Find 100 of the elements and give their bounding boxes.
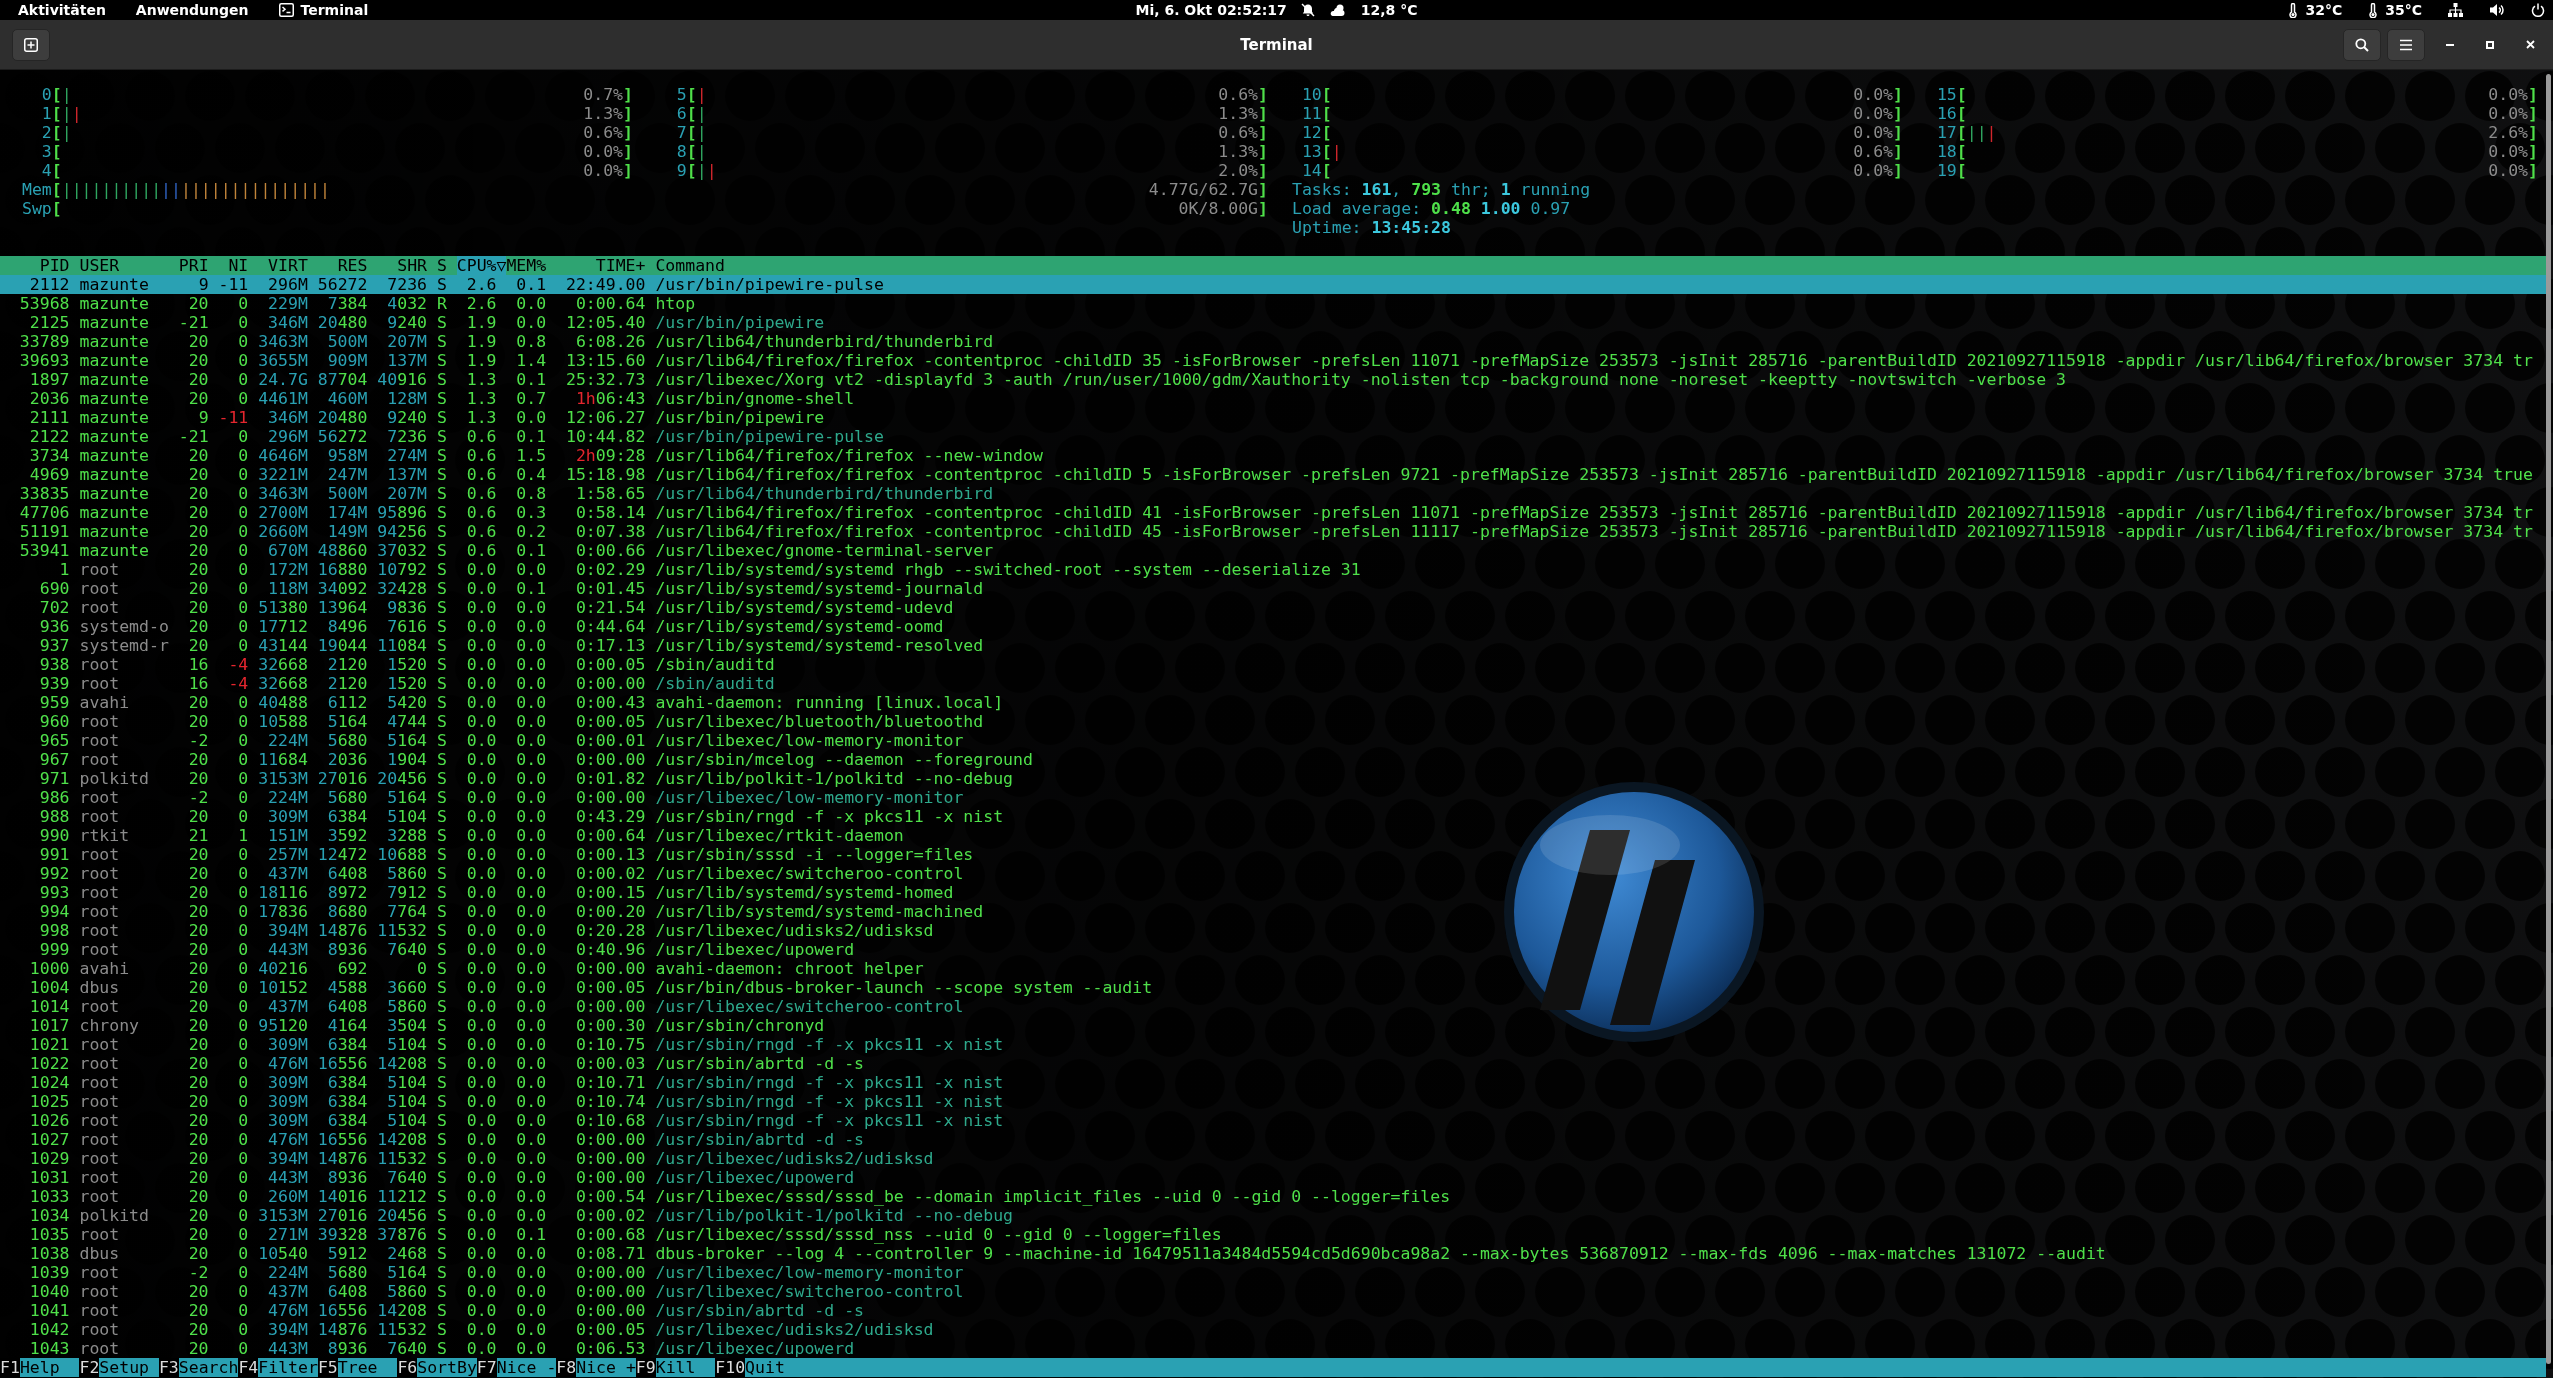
process-row[interactable]: 960 root 20 0 10588 5164 4744 S 0.0 0.0 0:00.05 /usr/libexec/bluetooth/bluetoothd	[0, 712, 2546, 731]
process-row[interactable]: 1 root 20 0 172M 16880 10792 S 0.0 0.0 0:02.29 /usr/lib/systemd/systemd rhgb --switched-root --system --deserialize 31	[0, 560, 2546, 579]
process-row[interactable]: 690 root 20 0 118M 34092 32428 S 0.0 0.1 0:01.45 /usr/lib/systemd/systemd-journald	[0, 579, 2546, 598]
process-row[interactable]: 999 root 20 0 443M 8936 7640 S 0.0 0.0 0:40.96 /usr/libexec/upowerd	[0, 940, 2546, 959]
process-row[interactable]: 1021 root 20 0 309M 6384 5104 S 0.0 0.0 0:10.75 /usr/sbin/rngd -f -x pkcs11 -x nist	[0, 1035, 2546, 1054]
table-cell: S	[436, 408, 447, 427]
function-key-button[interactable]: F10Quit	[715, 1358, 805, 1377]
process-row[interactable]: 937 systemd-r 20 0 43144 19044 11084 S 0.0 0.0 0:17.13 /usr/lib/systemd/systemd-resolved	[0, 636, 2546, 655]
process-row[interactable]: 990 rtkit 21 1 151M 3592 3288 S 0.0 0.0 0:00.64 /usr/libexec/rtkit-daemon	[0, 826, 2546, 845]
process-row[interactable]: 1014 root 20 0 437M 6408 5860 S 0.0 0.0 0:00.00 /usr/libexec/switcheroo-control	[0, 997, 2546, 1016]
process-row[interactable]: 53968 mazunte 20 0 229M 7384 4032 R 2.6 0.0 0:00.64 htop	[0, 294, 2546, 313]
process-row[interactable]: 1042 root 20 0 394M 14876 11532 S 0.0 0.0 0:00.05 /usr/libexec/udisks2/udisksd	[0, 1320, 2546, 1339]
clock-button[interactable]: Mi, 6. Okt 02:52:17	[1135, 0, 1287, 20]
column-header[interactable]: RES	[317, 256, 368, 275]
function-key-button[interactable]: F7Nice -	[476, 1358, 557, 1377]
function-key-button[interactable]: F3Search	[158, 1358, 239, 1377]
process-row[interactable]: 33789 mazunte 20 0 3463M 500M 207M S 1.9 0.8 6:08.26 /usr/lib64/thunderbird/thunderbird	[0, 332, 2546, 351]
menu-button[interactable]	[2387, 28, 2425, 61]
table-cell-text: 5104	[386, 807, 427, 826]
process-row[interactable]: 938 root 16 -4 32668 2120 1520 S 0.0 0.0 0:00.05 /sbin/auditd	[0, 655, 2546, 674]
process-row[interactable]: 986 root -2 0 224M 5680 5164 S 0.0 0.0 0:00.00 /usr/libexec/low-memory-monitor	[0, 788, 2546, 807]
process-row[interactable]: 998 root 20 0 394M 14876 11532 S 0.0 0.0 0:20.28 /usr/libexec/udisks2/udisksd	[0, 921, 2546, 940]
process-row[interactable]: 993 root 20 0 18116 8972 7912 S 0.0 0.0 0:00.15 /usr/lib/systemd/systemd-homed	[0, 883, 2546, 902]
process-row[interactable]: 1034 polkitd 20 0 3153M 27016 20456 S 0.0 0.0 0:00.02 /usr/lib/polkit-1/polkitd --no-debug	[0, 1206, 2546, 1225]
applications-menu[interactable]: Anwendungen	[135, 0, 249, 20]
table-cell-text: 4588	[326, 978, 368, 997]
process-row[interactable]: 1025 root 20 0 309M 6384 5104 S 0.0 0.0 0:10.74 /usr/sbin/rngd -f -x pkcs11 -x nist	[0, 1092, 2546, 1111]
scrollbar[interactable]	[2546, 74, 2551, 1364]
column-header[interactable]: Command	[655, 256, 725, 275]
column-header[interactable]: TIME+	[556, 256, 646, 275]
table-cell-text: 0.0	[465, 864, 497, 883]
process-row[interactable]: 967 root 20 0 11684 2036 1904 S 0.0 0.0 0:00.00 /usr/sbin/mcelog --daemon --foreground	[0, 750, 2546, 769]
process-row[interactable]: 33835 mazunte 20 0 3463M 500M 207M S 0.6 0.8 1:58.65 /usr/lib64/thunderbird/thunderbird	[0, 484, 2546, 503]
table-cell-text: root	[79, 788, 121, 807]
process-row[interactable]: 2036 mazunte 20 0 4461M 460M 128M S 1.3 0.7 1h06:43 /usr/bin/gnome-shell	[0, 389, 2546, 408]
process-row[interactable]: 988 root 20 0 309M 6384 5104 S 0.0 0.0 0:43.29 /usr/sbin/rngd -f -x pkcs11 -x nist	[0, 807, 2546, 826]
process-row[interactable]: 939 root 16 -4 32668 2120 1520 S 0.0 0.0 0:00.00 /sbin/auditd	[0, 674, 2546, 693]
function-key-button[interactable]: F6SortBy	[397, 1358, 477, 1377]
table-cell-text: root	[79, 1092, 121, 1111]
process-row[interactable]: 1035 root 20 0 271M 39328 37876 S 0.0 0.1 0:00.68 /usr/libexec/sssd/sssd_nss --uid 0 --gid 0 --logger=files	[0, 1225, 2546, 1244]
process-row[interactable]: 1040 root 20 0 437M 6408 5860 S 0.0 0.0 0:00.00 /usr/libexec/switcheroo-control	[0, 1282, 2546, 1301]
process-row[interactable]: 1038 dbus 20 0 10540 5912 2468 S 0.0 0.0 0:08.71 dbus-broker --log 4 --controller 9 --machine-id 16479511a3484d5594cd5d690bca98a2 --max-bytes 536870912 --max-fds 4096 --max-matches 131072 --audit	[0, 1244, 2546, 1263]
column-header[interactable]: MEM%	[506, 256, 547, 275]
table-cell-text: 0.0	[465, 883, 497, 902]
process-row[interactable]: 1033 root 20 0 260M 14016 11212 S 0.0 0.0 0:00.54 /usr/libexec/sssd/sssd_be --domain implicit_files --uid 0 --gid 0 --logger=files	[0, 1187, 2546, 1206]
table-cell-text: 20	[187, 864, 209, 883]
process-row[interactable]: 2122 mazunte -21 0 296M 56272 7236 S 0.6 0.1 10:44.82 /usr/bin/pipewire-pulse	[0, 427, 2546, 446]
table-cell-text: 5104	[386, 1073, 427, 1092]
process-row[interactable]: 971 polkitd 20 0 3153M 27016 20456 S 0.0 0.0 0:01.82 /usr/lib/polkit-1/polkitd --no-debug	[0, 769, 2546, 788]
function-key-button[interactable]: F8Nice +	[556, 1358, 636, 1377]
function-key-button[interactable]: F1Help	[0, 1358, 80, 1377]
column-header[interactable]: NI	[218, 256, 249, 275]
process-row[interactable]: 1017 chrony 20 0 95120 4164 3504 S 0.0 0.0 0:00.30 /usr/sbin/chronyd	[0, 1016, 2546, 1035]
table-cell-text: 0.0	[515, 1073, 547, 1092]
process-row[interactable]: 992 root 20 0 437M 6408 5860 S 0.0 0.0 0:00.02 /usr/libexec/switcheroo-control	[0, 864, 2546, 883]
column-header[interactable]: CPU%▽	[456, 256, 507, 275]
cpu-meter: 4[ 0.0%]	[40, 161, 633, 180]
process-row[interactable]: 1000 avahi 20 0 40216 692 0 S 0.0 0.0 0:00.00 avahi-daemon: chroot helper	[0, 959, 2546, 978]
process-row[interactable]: 1031 root 20 0 443M 8936 7640 S 0.0 0.0 0:00.00 /usr/libexec/upowerd	[0, 1168, 2546, 1187]
process-row[interactable]: 1027 root 20 0 476M 16556 14208 S 0.0 0.0 0:00.00 /usr/sbin/abrtd -d -s	[0, 1130, 2546, 1149]
process-row[interactable]: 991 root 20 0 257M 12472 10688 S 0.0 0.0 0:00.13 /usr/sbin/sssd -i --logger=files	[0, 845, 2546, 864]
column-header[interactable]: SHR	[377, 256, 427, 275]
table-cell-text: root	[79, 1073, 121, 1092]
new-tab-button[interactable]	[12, 28, 50, 61]
column-header[interactable]: S	[436, 256, 447, 275]
process-row[interactable]: 1004 dbus 20 0 10152 4588 3660 S 0.0 0.0 0:00.05 /usr/bin/dbus-broker-launch --scope system --audit	[0, 978, 2546, 997]
process-row[interactable]: 994 root 20 0 17836 8680 7764 S 0.0 0.0 0:00.20 /usr/lib/systemd/systemd-machined	[0, 902, 2546, 921]
function-key-button[interactable]: F4Filter	[238, 1358, 318, 1377]
process-row[interactable]: 1043 root 20 0 443M 8936 7640 S 0.0 0.0 0:06.53 /usr/libexec/upowerd	[0, 1339, 2546, 1358]
app-menu-button[interactable]: Terminal	[278, 0, 369, 20]
process-row[interactable]: 965 root -2 0 224M 5680 5164 S 0.0 0.0 0:00.01 /usr/libexec/low-memory-monitor	[0, 731, 2546, 750]
activities-button[interactable]: Aktivitäten	[18, 0, 106, 20]
table-cell-text: 0	[237, 1016, 249, 1035]
process-row[interactable]: 3734 mazunte 20 0 4646M 958M 274M S 0.6 1.5 2h09:28 /usr/lib64/firefox/firefox --new-window	[0, 446, 2546, 465]
table-cell-text: 53941	[18, 541, 70, 560]
column-header[interactable]: USER	[79, 256, 169, 275]
process-row[interactable]: 936 systemd-o 20 0 17712 8496 7616 S 0.0 0.0 0:44.64 /usr/lib/systemd/systemd-oomd	[0, 617, 2546, 636]
column-header[interactable]: PRI	[178, 256, 209, 275]
process-row[interactable]: 53941 mazunte 20 0 670M 48860 37032 S 0.6 0.1 0:00.66 /usr/libexec/gnome-terminal-server	[0, 541, 2546, 560]
process-row[interactable]: 1022 root 20 0 476M 16556 14208 S 0.0 0.0 0:00.03 /usr/sbin/abrtd -d -s	[0, 1054, 2546, 1073]
process-row[interactable]: 1039 root -2 0 224M 5680 5164 S 0.0 0.0 0:00.00 /usr/libexec/low-memory-monitor	[0, 1263, 2546, 1282]
table-cell-text: root	[79, 864, 121, 883]
process-row[interactable]: 959 avahi 20 0 40488 6112 5420 S 0.0 0.0 0:00.43 avahi-daemon: running [linux.local]	[0, 693, 2546, 712]
process-row[interactable]: 2112 mazunte 9 -11 296M 56272 7236 S 2.6 0.1 22:49.00 /usr/bin/pipewire-pulse	[0, 275, 2546, 294]
table-cell-text: mazunte	[79, 275, 150, 294]
process-row[interactable]: 1024 root 20 0 309M 6384 5104 S 0.0 0.0 0:10.71 /usr/sbin/rngd -f -x pkcs11 -x nist	[0, 1073, 2546, 1092]
process-row[interactable]: 1029 root 20 0 394M 14876 11532 S 0.0 0.0 0:00.00 /usr/libexec/udisks2/udisksd	[0, 1149, 2546, 1168]
table-cell-text: 0.0	[515, 1111, 547, 1130]
process-row[interactable]: 1041 root 20 0 476M 16556 14208 S 0.0 0.0 0:00.00 /usr/sbin/abrtd -d -s	[0, 1301, 2546, 1320]
process-row[interactable]: 1897 mazunte 20 0 24.7G 87704 40916 S 1.3 0.1 25:32.73 /usr/libexec/Xorg vt2 -displayfd 3 -auth /run/user/1000/gdm/Xauthority -nolisten tcp -background none -noreset -keeptty -novtswitch -verbose 3	[0, 370, 2546, 389]
process-row[interactable]: 702 root 20 0 51380 13964 9836 S 0.0 0.0 0:21.54 /usr/lib/systemd/systemd-udevd	[0, 598, 2546, 617]
process-row[interactable]: 1026 root 20 0 309M 6384 5104 S 0.0 0.0 0:10.68 /usr/sbin/rngd -f -x pkcs11 -x nist	[0, 1111, 2546, 1130]
column-header[interactable]: VIRT	[258, 256, 308, 275]
function-key-button[interactable]: F2Setup	[79, 1358, 159, 1377]
search-button[interactable]	[2343, 28, 2381, 61]
process-row[interactable]: 2125 mazunte -21 0 346M 20480 9240 S 1.9 0.0 12:05.40 /usr/bin/pipewire	[0, 313, 2546, 332]
table-cell-text: 0:00.20	[574, 902, 646, 921]
column-header[interactable]: PID	[0, 256, 70, 275]
process-row[interactable]: 2111 mazunte 9 -11 346M 20480 9240 S 1.3 0.0 12:06.27 /usr/bin/pipewire	[0, 408, 2546, 427]
table-cell-text: 137M	[386, 351, 427, 370]
